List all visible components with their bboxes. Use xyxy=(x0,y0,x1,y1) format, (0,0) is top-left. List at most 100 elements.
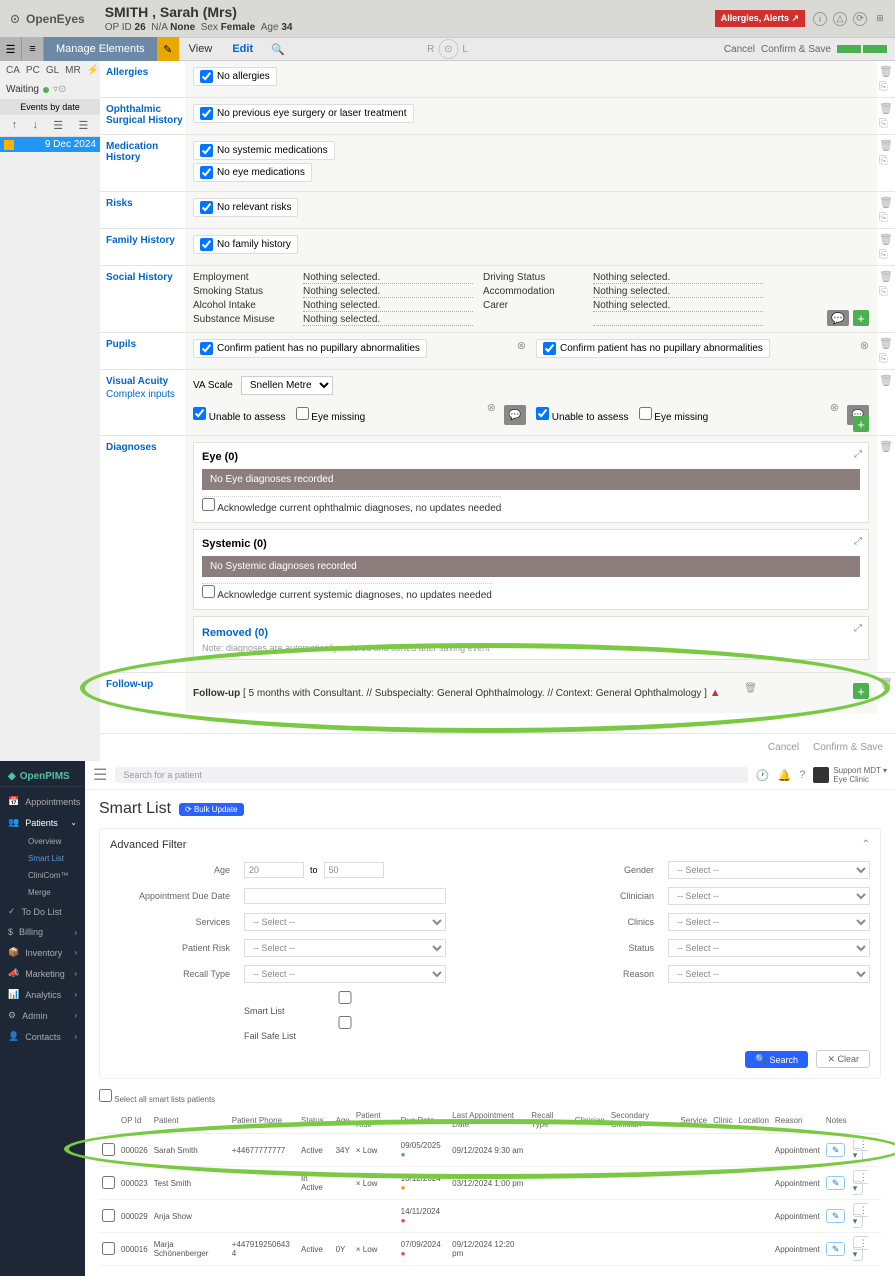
trash-icon[interactable]: 🗑 xyxy=(879,139,893,151)
va-scale-select[interactable]: Snellen Metre xyxy=(241,376,333,395)
down-arrow-icon[interactable]: ↓ xyxy=(32,119,38,132)
no-risks-pill[interactable]: No relevant risks xyxy=(193,198,298,217)
copy-icon[interactable]: ⎘ xyxy=(879,118,893,130)
menu-icon[interactable]: ☰ xyxy=(0,37,22,61)
recall-type-select[interactable]: -- Select -- xyxy=(244,965,446,983)
table-header[interactable] xyxy=(99,1107,118,1134)
pupils-left-pill[interactable]: Confirm patient has no pupillary abnorma… xyxy=(536,339,770,358)
footer-cancel[interactable]: Cancel xyxy=(768,742,799,753)
add-icon[interactable]: + xyxy=(853,310,869,326)
trash-icon[interactable]: 🗑 xyxy=(879,233,893,245)
nav-analytics[interactable]: 📊 Analytics› xyxy=(0,984,85,1005)
nav-billing[interactable]: $ Billing› xyxy=(0,922,85,942)
cancel-link[interactable]: Cancel xyxy=(724,44,755,55)
nav-smartlist[interactable]: Smart List xyxy=(20,850,85,867)
pencil-icon[interactable]: ✎ xyxy=(157,37,179,61)
bell-icon[interactable]: 🔔 xyxy=(778,769,792,782)
expand-icon[interactable]: ⤢ xyxy=(854,536,862,547)
lightning-icon[interactable]: ⚡ xyxy=(87,65,99,76)
table-header[interactable]: Status xyxy=(298,1107,333,1134)
unable-assess-check[interactable]: Unable to assess xyxy=(193,407,286,423)
nav-todo[interactable]: ✓ To Do List xyxy=(0,901,85,922)
table-header[interactable]: Patient xyxy=(151,1107,229,1134)
no-surgery-pill[interactable]: No previous eye surgery or laser treatme… xyxy=(193,104,414,123)
patient-risk-select[interactable]: -- Select -- xyxy=(244,939,446,957)
filter2-icon[interactable]: ☰ xyxy=(78,119,88,132)
row-menu-icon[interactable]: ⋮ ▾ xyxy=(853,1203,868,1228)
trash-icon[interactable]: 🗑 xyxy=(744,683,757,694)
expand-icon[interactable]: ⤢ xyxy=(854,449,862,460)
services-select[interactable]: -- Select -- xyxy=(244,913,446,931)
info-icon[interactable]: i xyxy=(813,12,827,26)
trash-icon[interactable]: 🗑 xyxy=(879,270,893,282)
clinics-select[interactable]: -- Select -- xyxy=(668,913,870,931)
nav-inventory[interactable]: 📦 Inventory› xyxy=(0,942,85,963)
trash-icon[interactable]: 🗑 xyxy=(879,440,893,452)
edit-row-icon[interactable]: ✎ xyxy=(826,1242,846,1256)
age-to-input[interactable] xyxy=(324,862,384,878)
nav-merge[interactable]: Merge xyxy=(20,884,85,901)
copy-icon[interactable]: ⎘ xyxy=(879,212,893,224)
row-check[interactable] xyxy=(102,1242,115,1255)
table-header[interactable]: Clinic xyxy=(710,1107,736,1134)
footer-confirm[interactable]: Confirm & Save xyxy=(813,742,883,753)
no-famhist-pill[interactable]: No family history xyxy=(193,235,298,254)
table-header[interactable]: Service xyxy=(677,1107,710,1134)
nav-clincom[interactable]: CliniCom™ xyxy=(20,867,85,884)
pupils-right-pill[interactable]: Confirm patient has no pupillary abnorma… xyxy=(193,339,427,358)
nav-overview[interactable]: Overview xyxy=(20,833,85,850)
edit-link[interactable]: Edit xyxy=(222,43,263,55)
edit-row-icon[interactable]: ✎ xyxy=(826,1209,846,1223)
no-systemic-med-pill[interactable]: No systemic medications xyxy=(193,141,335,160)
comment-icon[interactable]: 💬 xyxy=(827,310,849,326)
table-header[interactable] xyxy=(850,1107,881,1134)
sys-ack-check[interactable]: Acknowledge current systemic diagnoses, … xyxy=(202,583,492,601)
tab-mr[interactable]: MR xyxy=(65,65,81,76)
eye-missing-check[interactable]: Eye missing xyxy=(296,407,366,423)
table-header[interactable]: Recall Type xyxy=(528,1107,571,1134)
age-from-input[interactable] xyxy=(244,862,304,878)
complex-inputs-link[interactable]: Complex inputs xyxy=(106,389,185,400)
copy-icon[interactable]: ⎘ xyxy=(879,286,893,298)
comment-icon[interactable]: 💬 xyxy=(504,405,526,425)
view-link[interactable]: View xyxy=(179,43,223,55)
table-header[interactable]: Location xyxy=(736,1107,772,1134)
no-allergies-pill[interactable]: No allergies xyxy=(193,67,277,86)
close-icon[interactable]: ⊗ xyxy=(517,339,526,352)
up-arrow-icon[interactable]: ↑ xyxy=(12,119,18,132)
copy-icon[interactable]: ⎘ xyxy=(879,249,893,261)
edit-row-icon[interactable]: ✎ xyxy=(826,1143,846,1157)
user-menu[interactable]: Support MDT ▾Eye Clinic xyxy=(813,766,887,784)
add-followup-icon[interactable]: + xyxy=(853,683,869,699)
smartlist-check[interactable]: Smart List xyxy=(244,991,446,1016)
table-header[interactable]: OP Id xyxy=(118,1107,151,1134)
allergies-alert-badge[interactable]: Allergies, Alerts ↗ xyxy=(715,10,805,27)
hamburger-icon[interactable]: ☰ xyxy=(93,765,107,785)
copy-icon[interactable]: ⎘ xyxy=(879,155,893,167)
trash-icon[interactable]: 🗑 xyxy=(879,102,893,114)
tab-pc[interactable]: PC xyxy=(26,65,40,76)
expand-icon[interactable]: ⤢ xyxy=(854,623,862,634)
row-check[interactable] xyxy=(102,1209,115,1222)
nav-appointments[interactable]: 📅 Appointments xyxy=(0,791,85,812)
gender-select[interactable]: -- Select -- xyxy=(668,861,870,879)
confirm-save-link[interactable]: Confirm & Save xyxy=(761,44,831,55)
no-eye-med-pill[interactable]: No eye medications xyxy=(193,163,312,182)
nav-marketing[interactable]: 📣 Marketing› xyxy=(0,963,85,984)
table-header[interactable]: Reason xyxy=(772,1107,823,1134)
sync-icon[interactable]: ⟳ xyxy=(853,12,867,26)
trash-icon[interactable]: 🗑 xyxy=(879,337,893,349)
row-check[interactable] xyxy=(102,1143,115,1156)
table-header[interactable]: Due Date xyxy=(398,1107,450,1134)
event-row[interactable]: 9 Dec 2024 xyxy=(0,137,100,152)
chevron-icon[interactable]: ▿⊙ xyxy=(53,84,66,95)
table-header[interactable]: Clinician xyxy=(572,1107,608,1134)
row-check[interactable] xyxy=(102,1176,115,1189)
alert-icon[interactable]: △ xyxy=(833,12,847,26)
appt-due-input[interactable] xyxy=(244,888,446,904)
clock-icon[interactable]: 🕐 xyxy=(756,769,770,782)
row-menu-icon[interactable]: ⋮ ▾ xyxy=(853,1170,868,1195)
trash-icon[interactable]: 🗑 xyxy=(879,65,893,77)
grid-icon[interactable]: ⊞ xyxy=(873,12,887,26)
collapse-icon[interactable]: ⌃ xyxy=(862,839,870,850)
